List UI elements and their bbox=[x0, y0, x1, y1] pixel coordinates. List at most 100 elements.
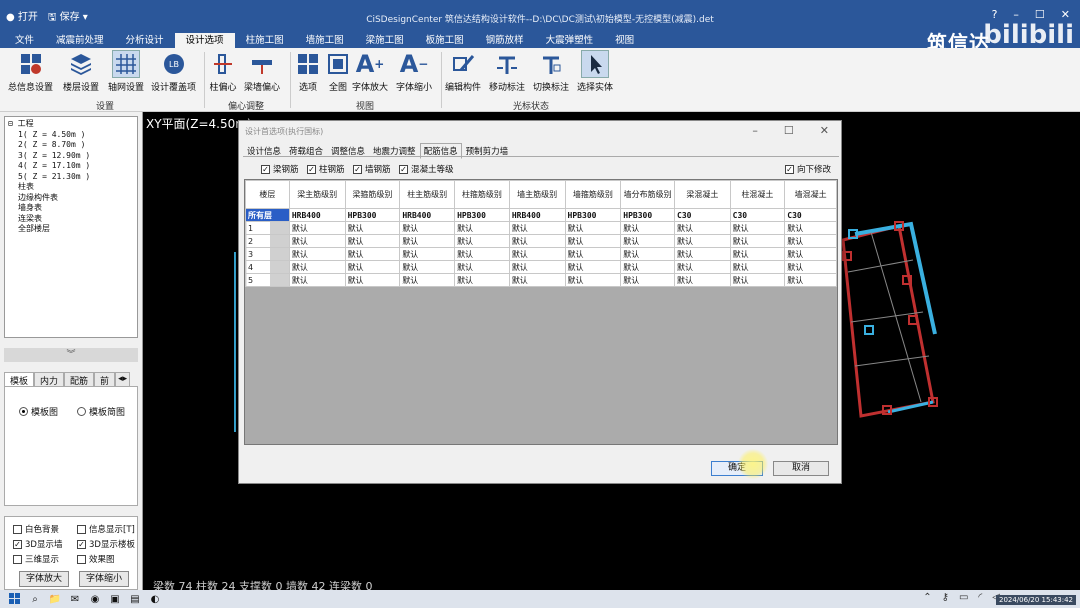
table-cell[interactable]: 默认 bbox=[399, 273, 456, 287]
concrete-grade-filter[interactable]: ✓ 混凝土等级 bbox=[399, 163, 454, 175]
general-settings-button[interactable]: 总信息设置 bbox=[8, 50, 53, 93]
table-cell[interactable]: 默认 bbox=[508, 260, 566, 274]
tree-root[interactable]: ⊟ 工程 bbox=[8, 119, 134, 130]
column-header[interactable]: 墙主筋级别 bbox=[508, 180, 566, 209]
row-header-cell[interactable]: 所有层 bbox=[245, 208, 290, 222]
table-cell[interactable]: 默认 bbox=[288, 221, 346, 235]
column-header[interactable]: 柱主筋级别 bbox=[399, 180, 456, 209]
table-cell[interactable]: 默认 bbox=[674, 247, 731, 261]
table-cell[interactable]: C30 bbox=[784, 208, 837, 222]
table-cell[interactable]: 默认 bbox=[564, 260, 622, 274]
table-cell[interactable]: 默认 bbox=[729, 273, 786, 287]
grid-settings-button[interactable]: 轴网设置 bbox=[108, 50, 144, 93]
table-cell[interactable]: 默认 bbox=[620, 234, 676, 248]
table-cell[interactable]: 默认 bbox=[399, 221, 456, 235]
menu-tab[interactable]: 大震弹塑性 bbox=[535, 33, 605, 48]
table-cell[interactable]: 默认 bbox=[564, 234, 622, 248]
table-cell[interactable]: 默认 bbox=[620, 260, 676, 274]
table-cell[interactable]: 默认 bbox=[454, 247, 510, 261]
table-cell[interactable]: 默认 bbox=[508, 273, 566, 287]
mail-icon[interactable]: ✉ bbox=[66, 592, 84, 606]
row-header-cell[interactable]: 3 bbox=[245, 247, 290, 261]
tree-item[interactable]: 边缘构件表 bbox=[8, 193, 134, 204]
tree-item[interactable]: 全部楼层 bbox=[8, 224, 134, 235]
table-row[interactable]: 2 默认 默认 默认 默认 默认 默认 默认 默认 默认 默认 bbox=[245, 234, 837, 248]
table-cell[interactable]: HPB300 bbox=[454, 208, 510, 222]
browser-icon[interactable]: ◉ bbox=[86, 592, 104, 606]
table-cell[interactable]: 默认 bbox=[674, 260, 731, 274]
wall-3d-checkbox[interactable]: ✓ 3D显示墙 bbox=[13, 538, 62, 550]
row-header-cell[interactable]: 4 bbox=[245, 260, 290, 274]
menu-tab[interactable]: 钢筋放样 bbox=[475, 33, 535, 48]
table-cell[interactable]: 默认 bbox=[508, 221, 566, 235]
effect-checkbox[interactable]: 效果图 bbox=[77, 553, 115, 565]
column-header[interactable]: 梁箍筋级别 bbox=[344, 180, 401, 209]
close-icon[interactable]: ✕ bbox=[820, 124, 829, 137]
minimize-icon[interactable]: – bbox=[752, 124, 758, 137]
table-cell[interactable]: HPB300 bbox=[564, 208, 622, 222]
table-cell[interactable]: 默认 bbox=[399, 234, 456, 248]
table-cell[interactable]: HRB400 bbox=[399, 208, 456, 222]
table-cell[interactable]: 默认 bbox=[674, 234, 731, 248]
column-header[interactable]: 梁混凝土 bbox=[674, 180, 731, 209]
row-header-cell[interactable]: 2 bbox=[245, 234, 290, 248]
column-header[interactable]: 楼层 bbox=[245, 180, 290, 209]
table-cell[interactable]: 默认 bbox=[344, 221, 401, 235]
table-cell[interactable]: 默认 bbox=[674, 221, 731, 235]
switch-annotation-button[interactable]: 切换标注 bbox=[533, 50, 569, 93]
table-cell[interactable]: 默认 bbox=[454, 234, 510, 248]
floor-settings-button[interactable]: 楼层设置 bbox=[63, 50, 99, 93]
table-cell[interactable]: 默认 bbox=[564, 221, 622, 235]
table-cell[interactable]: 默认 bbox=[288, 234, 346, 248]
table-cell[interactable]: 默认 bbox=[454, 273, 510, 287]
cis-app-icon[interactable]: ▤ bbox=[126, 592, 144, 606]
menu-tab[interactable]: 柱施工图 bbox=[235, 33, 295, 48]
tab-more[interactable]: 前 bbox=[94, 372, 116, 387]
table-cell[interactable]: 默认 bbox=[508, 247, 566, 261]
table-cell[interactable]: 默认 bbox=[564, 273, 622, 287]
table-cell[interactable]: HPB300 bbox=[620, 208, 676, 222]
row-header-cell[interactable]: 1 bbox=[245, 221, 290, 235]
menu-tab[interactable]: 板施工图 bbox=[415, 33, 475, 48]
design-override-button[interactable]: LB 设计覆盖项 bbox=[151, 50, 196, 93]
options-button[interactable]: 选项 bbox=[294, 50, 322, 93]
windows-start-icon[interactable] bbox=[6, 592, 24, 606]
menu-tab[interactable]: 文件 bbox=[4, 33, 45, 48]
table-cell[interactable]: 默认 bbox=[508, 234, 566, 248]
table-cell[interactable]: 默认 bbox=[620, 221, 676, 235]
table-cell[interactable]: 默认 bbox=[344, 247, 401, 261]
table-row[interactable]: 3 默认 默认 默认 默认 默认 默认 默认 默认 默认 默认 bbox=[245, 247, 837, 261]
tab-scroll-arrows[interactable]: ◂▸ bbox=[115, 372, 131, 386]
app-icon[interactable]: ▣ bbox=[106, 592, 124, 606]
table-cell[interactable]: 默认 bbox=[399, 260, 456, 274]
battery-icon[interactable]: ▭ bbox=[959, 592, 968, 603]
menu-tab[interactable]: 分析设计 bbox=[115, 33, 175, 48]
move-annotation-button[interactable]: 移动标注 bbox=[489, 50, 525, 93]
table-cell[interactable]: 默认 bbox=[784, 260, 837, 274]
maximize-icon[interactable]: ☐ bbox=[784, 124, 794, 137]
column-header[interactable]: 墙分布筋级别 bbox=[620, 180, 676, 209]
tree-item-floor[interactable]: 1( Z = 4.50m ) bbox=[8, 130, 134, 141]
beam-rebar-filter[interactable]: ✓ 梁钢筋 bbox=[261, 163, 299, 175]
file-explorer-icon[interactable]: 📁 bbox=[46, 592, 64, 606]
row-header-cell[interactable]: 5 bbox=[245, 273, 290, 287]
wifi-icon[interactable]: ◜ bbox=[978, 592, 982, 603]
font-shrink-small-button[interactable]: 字体缩小 bbox=[79, 571, 129, 587]
tree-item[interactable]: 连梁表 bbox=[8, 214, 134, 225]
tree-item-floor[interactable]: 4( Z = 17.10m ) bbox=[8, 161, 134, 172]
template-simple-radio[interactable]: 模板简图 bbox=[77, 405, 125, 418]
table-cell[interactable]: 默认 bbox=[344, 273, 401, 287]
select-entity-button[interactable]: 选择实体 bbox=[577, 50, 613, 93]
tree-item[interactable]: 柱表 bbox=[8, 182, 134, 193]
presentation-icon[interactable]: ◐ bbox=[146, 592, 164, 606]
font-shrink-button[interactable]: A − 字体缩小 bbox=[396, 50, 432, 93]
table-row[interactable]: 1 默认 默认 默认 默认 默认 默认 默认 默认 默认 默认 bbox=[245, 221, 837, 235]
three-view-checkbox[interactable]: 三维显示 bbox=[13, 553, 59, 565]
table-cell[interactable]: 默认 bbox=[729, 234, 786, 248]
table-cell[interactable]: HPB300 bbox=[344, 208, 401, 222]
modify-down-checkbox[interactable]: ✓ 向下修改 bbox=[785, 163, 831, 175]
column-rebar-filter[interactable]: ✓ 柱钢筋 bbox=[307, 163, 345, 175]
table-cell[interactable]: 默认 bbox=[784, 273, 837, 287]
search-icon[interactable]: ⌕ bbox=[26, 592, 44, 606]
tree-item-floor[interactable]: 2( Z = 8.70m ) bbox=[8, 140, 134, 151]
